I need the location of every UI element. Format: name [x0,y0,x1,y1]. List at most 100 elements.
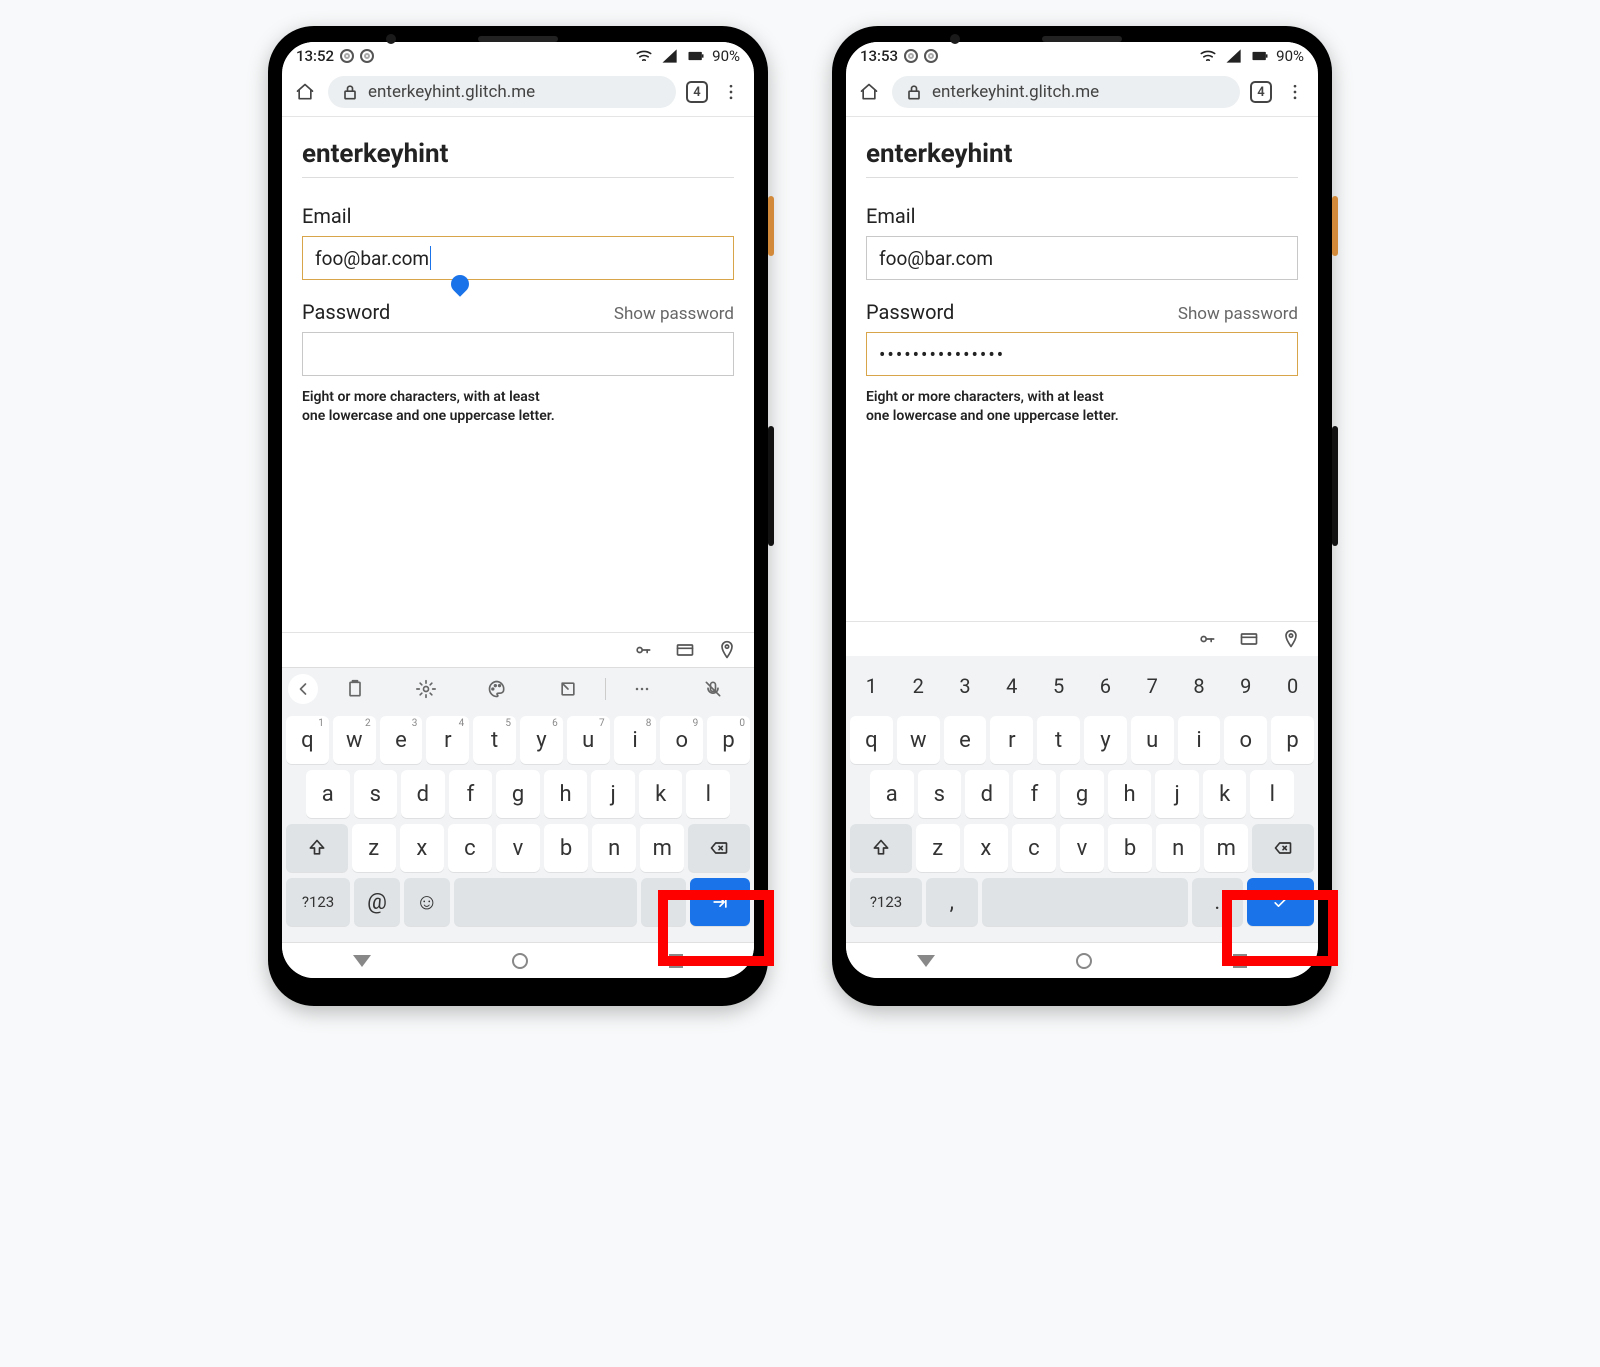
email-field[interactable]: foo@bar.com [302,236,734,280]
key-8[interactable]: 8 [1178,662,1221,710]
key-u[interactable]: u7 [567,716,610,764]
space-key[interactable] [454,878,637,926]
key-p[interactable]: p [1271,716,1314,764]
key-j[interactable]: j [591,770,635,818]
key-4[interactable]: 4 [990,662,1033,710]
palette-icon[interactable] [462,674,531,704]
key-9[interactable]: 9 [1224,662,1267,710]
key-7[interactable]: 7 [1131,662,1174,710]
key-y[interactable]: y6 [520,716,563,764]
tab-count[interactable]: 4 [686,81,708,103]
nav-back-icon[interactable] [353,955,371,967]
key-e[interactable]: e3 [380,716,423,764]
key-g[interactable]: g [1060,770,1104,818]
key-period[interactable]: . [641,878,687,926]
key-z[interactable]: z [352,824,396,872]
nav-home-icon[interactable] [512,953,528,969]
key-t[interactable]: t [1037,716,1080,764]
email-field[interactable]: foo@bar.com [866,236,1298,280]
key-q[interactable]: q [850,716,893,764]
pin-icon[interactable] [716,639,738,661]
chevron-left-icon[interactable] [288,674,318,704]
backspace-key[interactable] [688,824,750,872]
key-3[interactable]: 3 [944,662,987,710]
key-sym1[interactable]: @ [354,878,400,926]
key-l[interactable]: l [686,770,730,818]
key-u[interactable]: u [1131,716,1174,764]
url-bar[interactable]: enterkeyhint.glitch.me [328,76,676,108]
key-d[interactable]: d [965,770,1009,818]
more-icon[interactable] [718,79,744,105]
key-h[interactable]: h [1108,770,1152,818]
key-6[interactable]: 6 [1084,662,1127,710]
key-s[interactable]: s [354,770,398,818]
key-x[interactable]: x [400,824,444,872]
key-i[interactable]: i [1178,716,1221,764]
key-m[interactable]: m [640,824,684,872]
key-icon[interactable] [632,639,654,661]
key-k[interactable]: k [639,770,683,818]
home-icon[interactable] [856,79,882,105]
key-f[interactable]: f [1013,770,1057,818]
key-c[interactable]: c [1012,824,1056,872]
key-r[interactable]: r4 [426,716,469,764]
nav-home-icon[interactable] [1076,953,1092,969]
key-y[interactable]: y [1084,716,1127,764]
key-n[interactable]: n [592,824,636,872]
url-bar[interactable]: enterkeyhint.glitch.me [892,76,1240,108]
key-icon[interactable] [1196,628,1218,650]
key-j[interactable]: j [1155,770,1199,818]
card-icon[interactable] [674,639,696,661]
key-k[interactable]: k [1203,770,1247,818]
home-icon[interactable] [292,79,318,105]
key-x[interactable]: x [964,824,1008,872]
nav-back-icon[interactable] [917,955,935,967]
key-z[interactable]: z [916,824,960,872]
mic-off-icon[interactable] [679,674,748,704]
emoji-key[interactable]: ☺ [404,878,450,926]
more-icon[interactable] [1282,79,1308,105]
nav-recent-icon[interactable] [1233,954,1247,968]
key-s[interactable]: s [918,770,962,818]
key-1[interactable]: 1 [850,662,893,710]
key-q[interactable]: q1 [286,716,329,764]
password-field[interactable]: ••••••••••••••• [866,332,1298,376]
key-0[interactable]: 0 [1271,662,1314,710]
key-sym1[interactable]: , [926,878,978,926]
key-g[interactable]: g [496,770,540,818]
key-m[interactable]: m [1204,824,1248,872]
backspace-key[interactable] [1252,824,1314,872]
key-a[interactable]: a [306,770,350,818]
show-password-link[interactable]: Show password [614,304,734,324]
key-v[interactable]: v [1060,824,1104,872]
text-cursor-handle-icon[interactable] [447,271,472,296]
gear-icon[interactable] [391,674,460,704]
dots-icon[interactable] [608,674,677,704]
key-w[interactable]: w [897,716,940,764]
key-p[interactable]: p0 [707,716,750,764]
key-l[interactable]: l [1250,770,1294,818]
key-c[interactable]: c [448,824,492,872]
key-a[interactable]: a [870,770,914,818]
key-b[interactable]: b [1108,824,1152,872]
symbols-key[interactable]: ?123 [850,878,922,926]
space-key[interactable] [982,878,1188,926]
tab-count[interactable]: 4 [1250,81,1272,103]
pin-icon[interactable] [1280,628,1302,650]
key-v[interactable]: v [496,824,540,872]
key-d[interactable]: d [401,770,445,818]
key-2[interactable]: 2 [897,662,940,710]
shift-key[interactable] [850,824,912,872]
card-icon[interactable] [1238,628,1260,650]
password-field[interactable] [302,332,734,376]
key-r[interactable]: r [990,716,1033,764]
key-h[interactable]: h [544,770,588,818]
enter-key[interactable] [690,878,750,926]
clipboard-icon[interactable] [320,674,389,704]
key-e[interactable]: e [944,716,987,764]
symbols-key[interactable]: ?123 [286,878,350,926]
key-b[interactable]: b [544,824,588,872]
key-period[interactable]: . [1192,878,1244,926]
enter-key[interactable] [1247,878,1314,926]
key-f[interactable]: f [449,770,493,818]
